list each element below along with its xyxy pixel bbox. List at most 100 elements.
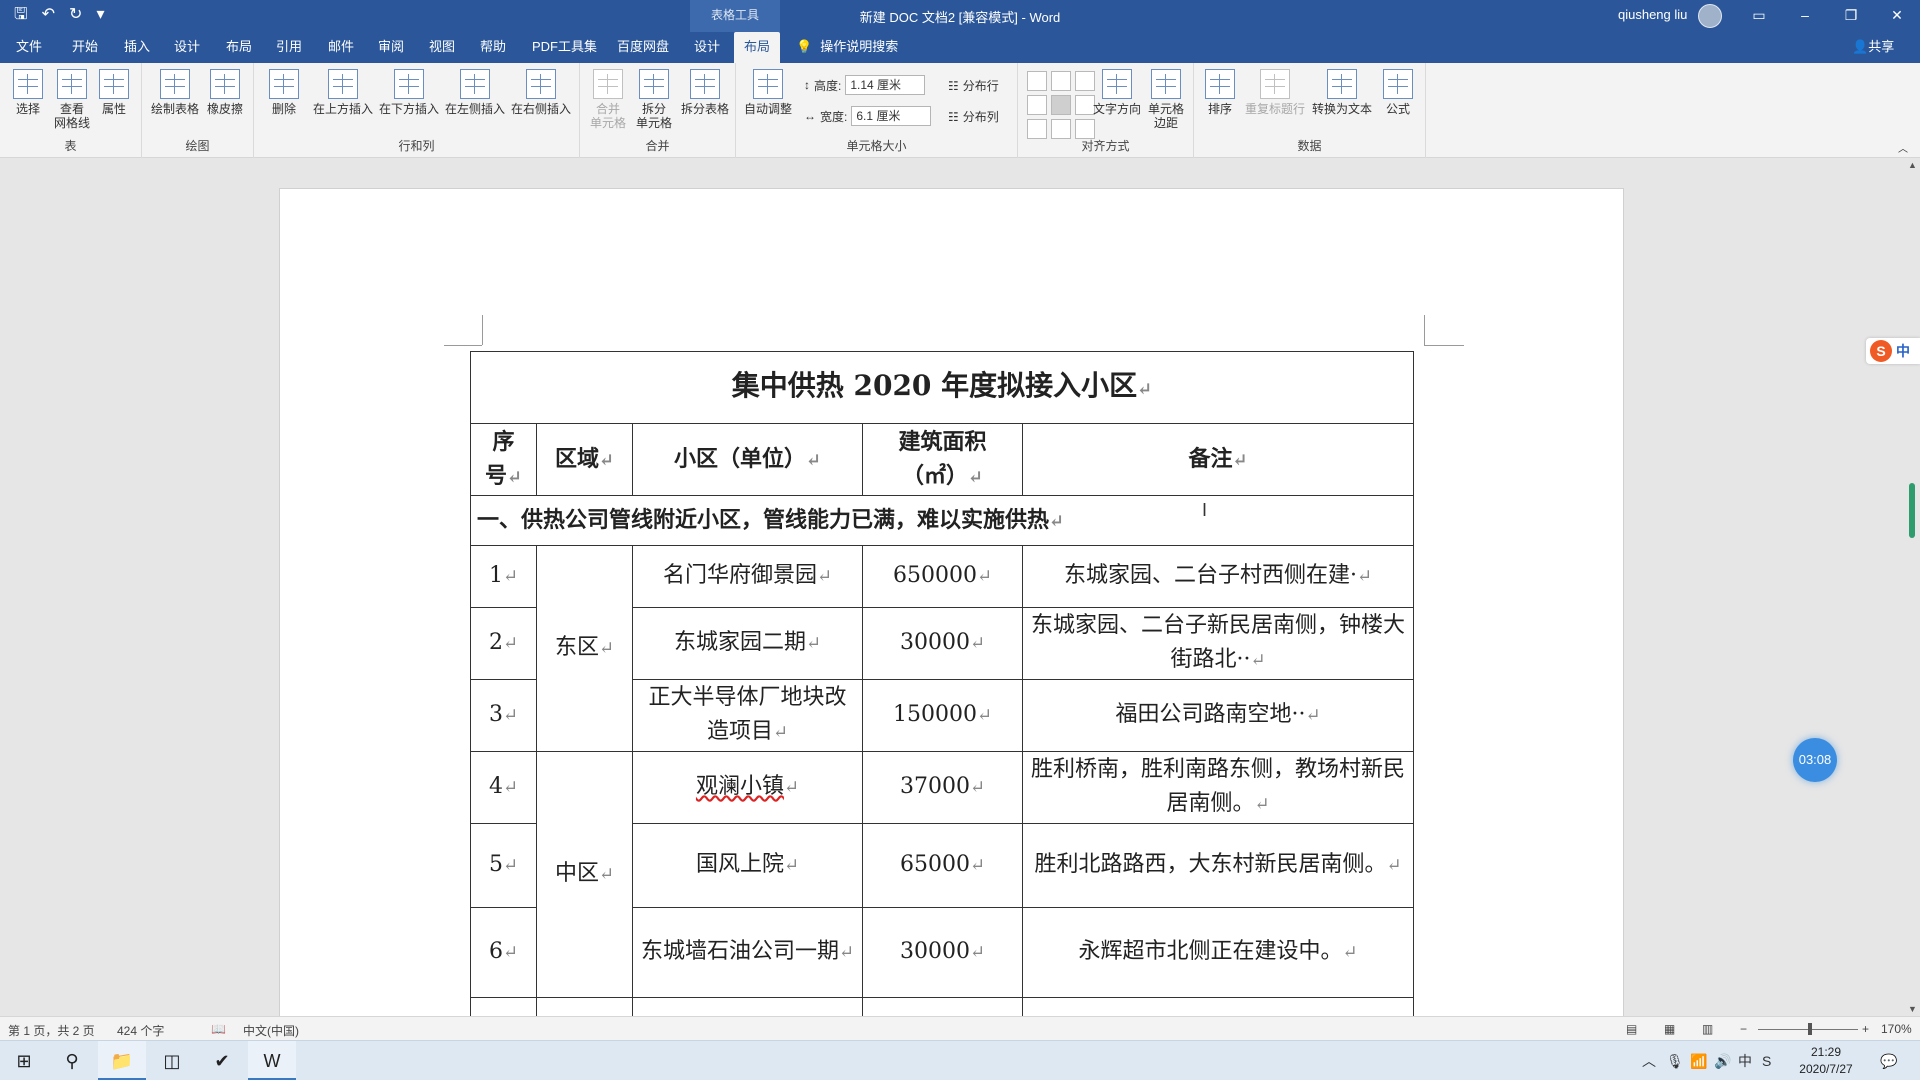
notifications-icon[interactable]: 💬 [1880, 1041, 1897, 1080]
tab-insert[interactable]: 插入 [114, 32, 160, 63]
tab-layout[interactable]: 布局 [216, 32, 262, 63]
delete-button[interactable]: 删除 [264, 69, 304, 116]
cell-community[interactable]: 观澜小镇↵ [632, 751, 863, 824]
cell-note[interactable]: 胜利北路路西，大东村新民居南侧。↵ [1022, 823, 1414, 908]
align-top-center-icon[interactable] [1051, 71, 1071, 91]
share-button[interactable]: 👤共享 [1852, 32, 1894, 62]
distribute-rows-button[interactable]: ☷ 分布行 [948, 77, 999, 94]
select-button[interactable]: 选择 [10, 69, 46, 116]
cell-region[interactable] [536, 997, 633, 1016]
cell-area[interactable]: 30000↵ [862, 607, 1023, 680]
align-bottom-center-icon[interactable] [1051, 119, 1071, 139]
section-heading[interactable]: 一、供热公司管线附近小区，管线能力已满，难以实施供热↵ [470, 495, 1414, 546]
header-notes[interactable]: 备注↵ [1022, 423, 1414, 496]
vertical-scrollbar[interactable]: ▲ ▼ [1905, 158, 1920, 1016]
cell-seq[interactable]: 5↵ [470, 823, 537, 908]
tray-chevron-icon[interactable]: ︿ [1642, 1041, 1656, 1080]
zoom-slider-thumb[interactable] [1808, 1023, 1812, 1035]
tab-design[interactable]: 设计 [164, 32, 210, 63]
tab-pdf-tools[interactable]: PDF工具集 [522, 32, 607, 63]
cell-note[interactable]: 福田公司路南空地··↵ [1022, 679, 1414, 752]
redo-icon[interactable]: ↻ [69, 5, 82, 25]
ime-indicator[interactable]: S 中 [1866, 338, 1920, 364]
tab-review[interactable]: 审阅 [368, 32, 414, 63]
insert-right-button[interactable]: 在右侧插入 [510, 69, 572, 116]
autofit-button[interactable]: 自动调整 [740, 69, 796, 116]
zoom-level[interactable]: 170% [1881, 1022, 1912, 1036]
properties-button[interactable]: 属性 [96, 69, 132, 116]
sogou-tray-icon[interactable]: S [1762, 1041, 1771, 1080]
align-top-left-icon[interactable] [1027, 71, 1047, 91]
cell-margins-button[interactable]: 单元格 边距 [1144, 69, 1188, 130]
print-layout-icon[interactable]: ▦ [1664, 1022, 1675, 1036]
text-direction-button[interactable]: 文字方向 [1092, 69, 1142, 116]
system-clock[interactable]: 21:29 2020/7/27 [1786, 1044, 1866, 1078]
split-cells-button[interactable]: 拆分 单元格 [632, 69, 676, 130]
cell-community[interactable]: 名门华府御景园↵ [632, 545, 863, 608]
tab-file[interactable]: 文件 [6, 32, 52, 63]
microphone-icon[interactable]: 🎙 [1666, 1041, 1684, 1080]
language-indicator[interactable]: 中文(中国) [243, 1022, 299, 1039]
cell-seq[interactable]: 3↵ [470, 679, 537, 752]
tab-table-design[interactable]: 设计 [684, 32, 730, 63]
network-icon[interactable]: 📶 [1690, 1041, 1707, 1080]
tab-home[interactable]: 开始 [62, 32, 108, 63]
cell-note[interactable]: 胜利桥南，胜利南路东侧，教场村新民居南侧。↵ [1022, 751, 1414, 824]
close-icon[interactable]: ✕ [1874, 0, 1920, 32]
file-explorer-icon[interactable]: 📁 [98, 1041, 146, 1080]
cell-area[interactable]: 37000↵ [862, 751, 1023, 824]
store-app-icon[interactable]: ◫ [148, 1041, 196, 1080]
header-seq[interactable]: 序号↵ [470, 423, 537, 496]
cell-area[interactable]: 650000↵ [862, 545, 1023, 608]
cell-area[interactable] [862, 997, 1023, 1016]
header-region[interactable]: 区域↵ [536, 423, 633, 496]
read-mode-icon[interactable]: ▤ [1626, 1022, 1637, 1036]
collapse-ribbon-icon[interactable]: ︿ [1898, 140, 1908, 155]
scroll-up-icon[interactable]: ▲ [1907, 160, 1918, 170]
align-bottom-left-icon[interactable] [1027, 119, 1047, 139]
cell-community[interactable]: 正大半导体厂地块改造项目↵ [632, 679, 863, 752]
tab-baidu-netdisk[interactable]: 百度网盘 [607, 32, 679, 63]
user-name[interactable]: qiusheng liu [1618, 7, 1687, 22]
cell-area[interactable]: 65000↵ [862, 823, 1023, 908]
header-area[interactable]: 建筑面积 （㎡）↵ [862, 423, 1023, 496]
cell-seq[interactable] [470, 997, 537, 1016]
volume-icon[interactable]: 🔊 [1714, 1041, 1731, 1080]
cell-community[interactable]: 国风上院↵ [632, 823, 863, 908]
draw-table-button[interactable]: 绘制表格 [150, 69, 200, 116]
tab-help[interactable]: 帮助 [470, 32, 516, 63]
tab-mailings[interactable]: 邮件 [318, 32, 364, 63]
restore-icon[interactable]: ❐ [1828, 0, 1874, 32]
convert-to-text-button[interactable]: 转换为文本 [1310, 69, 1374, 116]
cell-community[interactable]: 东城家园二期↵ [632, 607, 863, 680]
cell-seq[interactable]: 1↵ [470, 545, 537, 608]
visio-app-icon[interactable]: ✔ [198, 1041, 246, 1080]
scroll-thumb[interactable] [1909, 483, 1915, 538]
avatar[interactable] [1698, 4, 1722, 28]
align-middle-left-icon[interactable] [1027, 95, 1047, 115]
word-count[interactable]: 424 个字 [117, 1022, 164, 1039]
insert-below-button[interactable]: 在下方插入 [378, 69, 440, 116]
web-layout-icon[interactable]: ▥ [1702, 1022, 1713, 1036]
split-table-button[interactable]: 拆分表格 [680, 69, 730, 116]
tab-references[interactable]: 引用 [266, 32, 312, 63]
cell-seq[interactable]: 2↵ [470, 607, 537, 680]
cell-community[interactable]: 东城墙石油公司一期↵ [632, 907, 863, 998]
undo-icon[interactable]: ↶ [42, 5, 55, 25]
view-gridlines-button[interactable]: 查看 网格线 [52, 69, 92, 130]
cell-note[interactable]: 永辉超市北侧正在建设中。↵ [1022, 907, 1414, 998]
ime-tray-icon[interactable]: 中 [1738, 1041, 1752, 1080]
align-middle-center-icon[interactable] [1051, 95, 1071, 115]
page-count[interactable]: 第 1 页，共 2 页 [8, 1022, 95, 1039]
formula-button[interactable]: 公式 [1378, 69, 1418, 116]
recording-timer[interactable]: 03:08 [1793, 738, 1837, 782]
cell-area[interactable]: 150000↵ [862, 679, 1023, 752]
tell-me-search[interactable]: 💡 操作说明搜索 [796, 32, 898, 63]
cell-seq[interactable]: 6↵ [470, 907, 537, 998]
scroll-down-icon[interactable]: ▼ [1907, 1004, 1918, 1014]
cell-note[interactable]: 东城家园、二台子新民居南侧，钟楼大街路北··↵ [1022, 607, 1414, 680]
align-bottom-right-icon[interactable] [1075, 119, 1095, 139]
word-app-icon[interactable]: W [248, 1041, 296, 1080]
cell-community[interactable] [632, 997, 863, 1016]
insert-above-button[interactable]: 在上方插入 [312, 69, 374, 116]
